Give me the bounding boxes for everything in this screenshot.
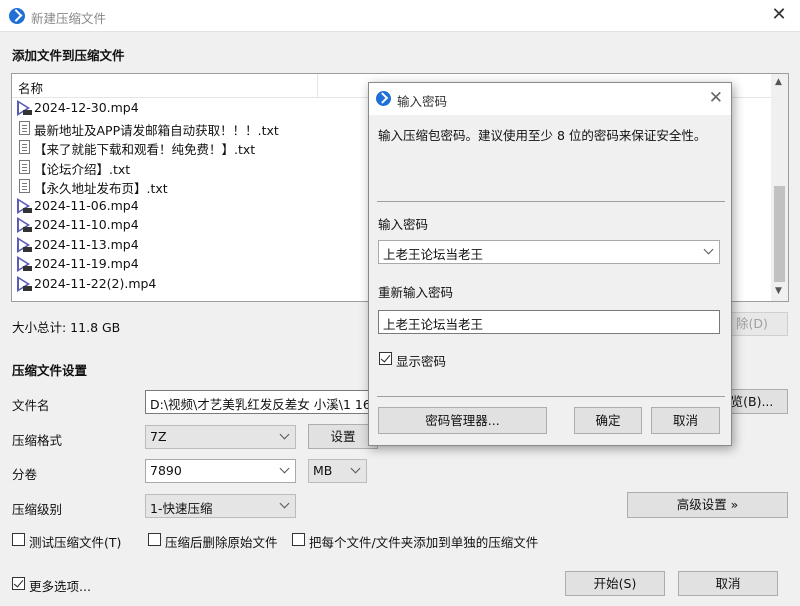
password-value: 上老王论坛当老王 (383, 247, 484, 262)
delete-after-checkbox[interactable] (148, 533, 161, 546)
scroll-down-icon[interactable]: ▼ (775, 286, 782, 296)
volume-value: 7890 (150, 463, 182, 478)
video-badge (23, 285, 32, 291)
password-dialog-title-bar: 输入密码 ✕ (369, 83, 731, 115)
format-select[interactable]: 7Z (145, 425, 296, 449)
filename-label: 文件名 (12, 398, 50, 413)
advanced-settings-button[interactable]: 高级设置 » (627, 492, 788, 518)
chevron-down-icon (279, 498, 291, 512)
divider (377, 201, 725, 202)
dialog-cancel-button[interactable]: 取消 (651, 407, 720, 434)
cancel-button[interactable]: 取消 (678, 571, 778, 596)
volume-unit-select[interactable]: MB (308, 459, 367, 483)
window-title: 新建压缩文件 (31, 11, 107, 26)
level-value: 1-快速压缩 (150, 501, 213, 516)
chevron-down-icon (350, 463, 362, 477)
filename-input[interactable]: D:\视频\才艺美乳红发反差女 小溪\1 16v (145, 390, 375, 414)
password-label: 输入密码 (378, 217, 429, 232)
video-badge (23, 110, 32, 115)
chevron-down-icon (279, 429, 291, 443)
password-dialog-title: 输入密码 (397, 94, 448, 109)
divider (377, 396, 725, 397)
more-options-label[interactable]: 更多选项... (29, 576, 91, 595)
confirm-password-input[interactable]: 上老王论坛当老王 (378, 310, 720, 334)
volume-label: 分卷 (12, 467, 38, 482)
separate-archives-checkbox-label[interactable]: 把每个文件/文件夹添加到单独的压缩文件 (309, 532, 538, 551)
confirm-password-label: 重新输入密码 (378, 285, 454, 300)
text-file-icon (17, 120, 32, 136)
document-shape (19, 159, 30, 174)
file-name: 2024-11-10.mp4 (34, 217, 139, 232)
scroll-thumb[interactable] (774, 186, 785, 282)
video-file-icon (17, 100, 32, 116)
app-logo-icon (9, 8, 25, 24)
file-name: 2024-11-13.mp4 (34, 236, 139, 252)
level-select[interactable]: 1-快速压缩 (145, 494, 296, 518)
title-bar: 新建压缩文件 ✕ (0, 0, 800, 32)
file-name: 2024-12-30.mp4 (34, 100, 139, 115)
file-name: 【来了就能下载和观看！纯免费！】.txt (34, 142, 256, 157)
document-shape (19, 120, 30, 135)
password-description: 输入压缩包密码。建议使用至少 8 位的密码来保证安全性。 (378, 128, 707, 143)
separate-archives-checkbox[interactable] (292, 533, 305, 546)
add-files-heading: 添加文件到压缩文件 (12, 48, 125, 63)
column-separator[interactable] (317, 74, 318, 97)
total-size: 大小总计: 11.8 GB (12, 320, 121, 335)
video-badge (23, 227, 32, 232)
level-label: 压缩级别 (12, 502, 63, 517)
video-file-icon (17, 256, 32, 272)
test-checkbox-label[interactable]: 测试压缩文件(T) (29, 532, 121, 551)
password-input[interactable]: 上老王论坛当老王 (378, 240, 720, 264)
volume-input[interactable]: 7890 (145, 459, 296, 483)
video-badge (23, 266, 32, 271)
file-name: 2024-11-22(2).mp4 (34, 275, 157, 291)
chevron-down-icon[interactable] (703, 244, 715, 258)
settings-heading: 压缩文件设置 (12, 363, 88, 378)
text-file-icon (17, 139, 32, 155)
show-password-label[interactable]: 显示密码 (396, 351, 446, 370)
format-label: 压缩格式 (12, 433, 63, 448)
password-manager-button[interactable]: 密码管理器... (378, 407, 547, 434)
close-icon[interactable]: ✕ (709, 88, 723, 108)
video-file-icon (17, 217, 32, 233)
text-file-icon (17, 159, 32, 175)
document-shape (19, 140, 30, 154)
video-file-icon (17, 275, 32, 292)
test-checkbox[interactable] (12, 533, 25, 546)
file-name: 【永久地址发布页】.txt (34, 181, 168, 196)
close-icon[interactable]: ✕ (768, 5, 790, 27)
compress-window: 新建压缩文件 ✕ 添加文件到压缩文件 名称 2024-12-30.mp4 最新地址… (0, 0, 800, 606)
delete-after-checkbox-label[interactable]: 压缩后删除原始文件 (165, 532, 278, 551)
text-file-icon (17, 178, 32, 194)
chevron-down-icon (279, 463, 291, 477)
file-name: 2024-11-19.mp4 (34, 256, 139, 271)
app-logo-icon (376, 91, 391, 106)
column-name[interactable]: 名称 (18, 78, 43, 97)
start-button[interactable]: 开始(S) (565, 571, 665, 596)
video-file-icon (17, 197, 32, 214)
more-options-checkbox[interactable] (12, 577, 25, 590)
show-password-checkbox[interactable] (379, 352, 392, 365)
file-name: 最新地址及APP请发邮箱自动获取！！！.txt (34, 122, 279, 138)
document-shape (19, 179, 30, 193)
file-name: 2024-11-06.mp4 (34, 197, 139, 213)
video-badge (23, 246, 32, 252)
volume-unit-value: MB (313, 463, 333, 478)
scroll-up-icon[interactable]: ▲ (775, 77, 782, 87)
video-badge (23, 207, 32, 213)
format-value: 7Z (150, 429, 167, 444)
video-file-icon (17, 236, 32, 253)
vertical-scrollbar[interactable]: ▲ ▼ (771, 74, 788, 301)
ok-button[interactable]: 确定 (574, 407, 642, 434)
file-name: 【论坛介绍】.txt (34, 161, 131, 177)
password-dialog: 输入密码 ✕ 输入压缩包密码。建议使用至少 8 位的密码来保证安全性。 输入密码… (368, 82, 732, 446)
